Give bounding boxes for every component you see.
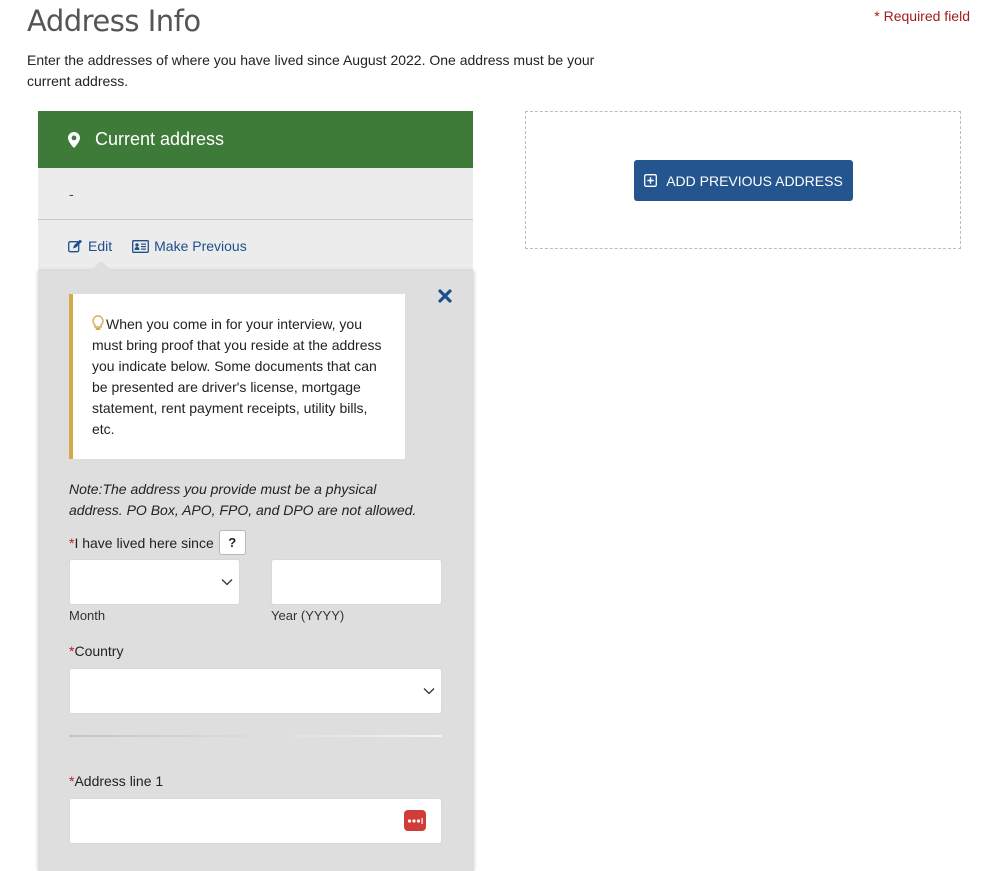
add-previous-address-label: Add Previous Address [666, 172, 843, 189]
month-label: Month [69, 608, 106, 623]
intro-text: Enter the addresses of where you have li… [27, 52, 595, 89]
card-title: Current address [95, 129, 225, 149]
current-address-card: Current address - Edit Make Previous [38, 111, 473, 272]
edit-address-panel: When you come in for your interview, you… [38, 261, 474, 871]
required-field-note: * Required field [874, 8, 970, 24]
edit-link[interactable]: Edit [68, 238, 112, 254]
year-input[interactable] [271, 559, 442, 605]
add-previous-address-button[interactable]: Add Previous Address [634, 160, 853, 201]
plus-square-icon [644, 174, 658, 187]
proof-tip-box: When you come in for your interview, you… [69, 294, 405, 459]
chevron-down-icon [423, 688, 435, 695]
lived-since-text: I have lived here since [74, 534, 214, 551]
edit-label: Edit [88, 238, 113, 254]
tip-text: When you come in for your interview, you… [92, 316, 382, 437]
lived-since-label: * I have lived here since ? [69, 530, 246, 555]
help-button[interactable]: ? [218, 530, 246, 555]
map-marker-icon [68, 131, 80, 148]
password-manager-icon[interactable] [404, 810, 426, 831]
address-line1-input[interactable] [69, 798, 442, 844]
country-label: *Country [69, 643, 123, 659]
close-icon[interactable] [438, 289, 454, 305]
edit-icon [68, 239, 82, 252]
panel-caret [90, 261, 112, 271]
divider [69, 735, 442, 737]
address-line1-label-text: Address line 1 [74, 773, 164, 789]
country-select[interactable] [69, 668, 442, 714]
address-value: - [38, 168, 473, 220]
lightbulb-icon [92, 315, 104, 331]
country-label-text: Country [74, 643, 124, 659]
make-previous-link[interactable]: Make Previous [132, 238, 247, 254]
card-header: Current address [38, 111, 473, 168]
address-line1-label: *Address line 1 [69, 773, 163, 789]
physical-address-note: Note:The address you provide must be a p… [69, 481, 417, 518]
previous-address-box: Add Previous Address [525, 111, 961, 249]
year-label: Year (YYYY) [271, 608, 345, 623]
id-card-icon [132, 239, 150, 253]
page-title: Address Info [27, 4, 201, 38]
chevron-down-icon [221, 579, 233, 586]
month-select[interactable] [69, 559, 240, 605]
make-previous-label: Make Previous [154, 238, 247, 254]
